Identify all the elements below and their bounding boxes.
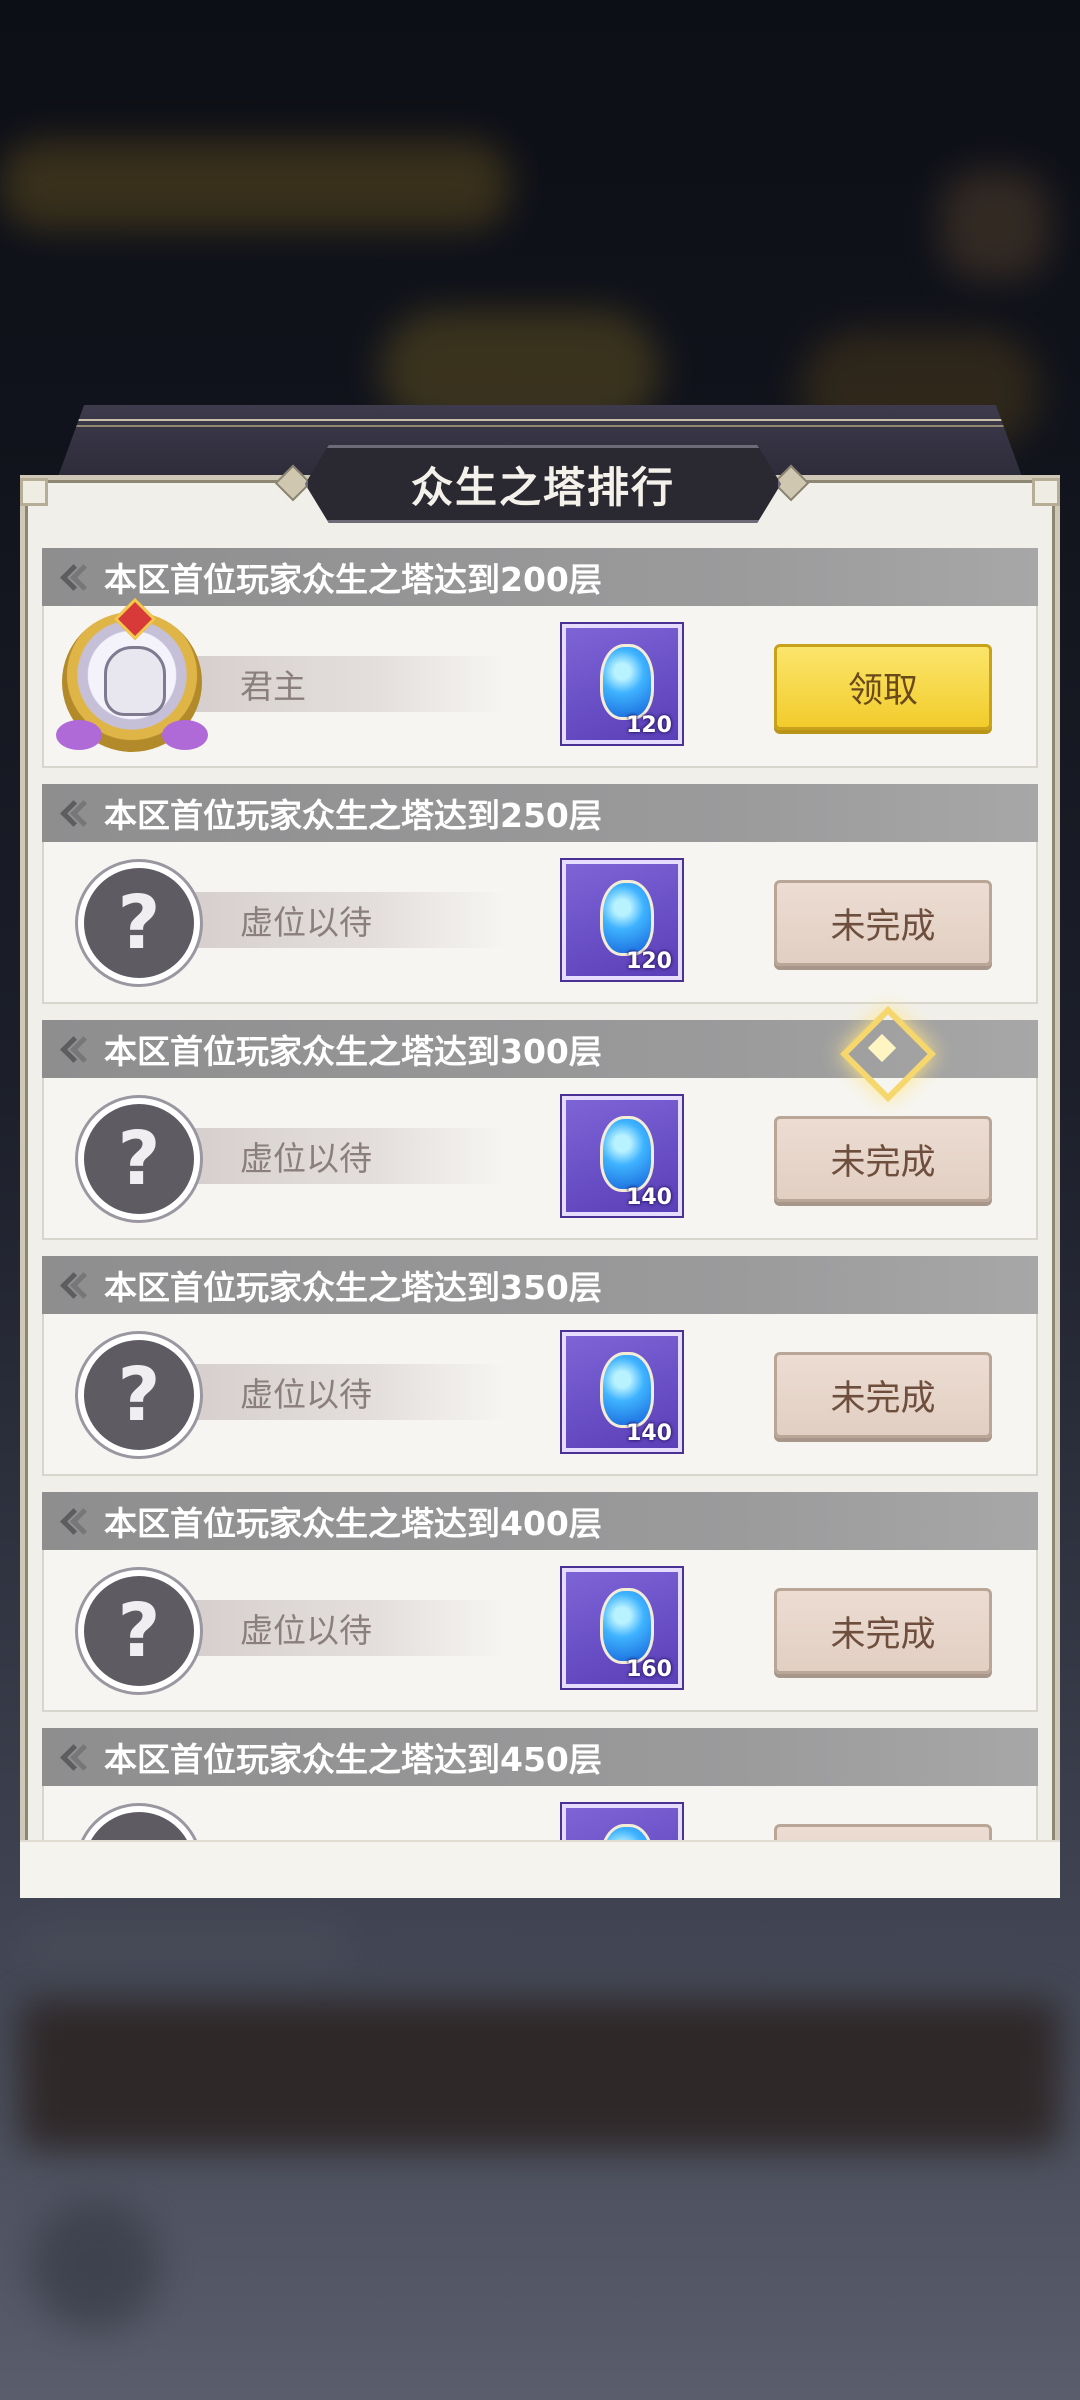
incomplete-button[interactable]: 未完成 [774,1588,992,1674]
rank-card-body: 虚位以待 ? 140 未完成 [42,1078,1038,1240]
incomplete-button[interactable]: 未完成 [774,1116,992,1202]
reward-count: 140 [626,1185,672,1210]
question-mark-icon: ? [78,862,200,984]
rank-card: 本区首位玩家众生之塔达到300层 虚位以待 ? 140 未完成 [42,1020,1038,1256]
reward-count: 120 [626,949,672,974]
rank-card-header: 本区首位玩家众生之塔达到250层 [42,784,1038,842]
avatar-frame-wing [56,720,102,750]
rank-card-body [42,1786,1038,1840]
panel-corner [20,478,48,506]
reward-count: 140 [626,1421,672,1446]
background-icon [940,170,1050,280]
rank-card-body: 君主 120 领取 [42,597,1038,768]
player-name: 虚位以待 [240,903,372,942]
player-name-bar: 虚位以待 [194,1600,504,1656]
rank-card: 本区首位玩家众生之塔达到200层 君主 120 领取 [42,548,1038,784]
rank-card: 本区首位玩家众生之塔达到250层 虚位以待 ? 120 未完成 [42,784,1038,1020]
rank-card-header: 本区首位玩家众生之塔达到450层 [42,1728,1038,1786]
rank-card: 本区首位玩家众生之塔达到350层 虚位以待 ? 140 未完成 [42,1256,1038,1492]
rank-requirement: 本区首位玩家众生之塔达到400层 [104,1504,602,1543]
blue-crystal-icon [600,644,654,720]
incomplete-button[interactable]: 未完成 [774,1352,992,1438]
rank-requirement: 本区首位玩家众生之塔达到200层 [104,560,602,599]
player-name-bar: 君主 [194,656,504,712]
blue-crystal-icon [600,1824,654,1840]
background-button [30,2200,160,2330]
background-banner [0,140,510,230]
rank-card-header: 本区首位玩家众生之塔达到200层 [42,548,1038,606]
rank-list[interactable]: 本区首位玩家众生之塔达到200层 君主 120 领取 本区首位玩家众生之塔达到2… [42,548,1038,1840]
reward-count: 160 [626,1657,672,1682]
rank-card: 本区首位玩家众生之塔达到400层 虚位以待 ? 160 未完成 [42,1492,1038,1728]
background-row [20,1920,350,1970]
reward-item[interactable]: 120 [562,860,682,980]
incomplete-button[interactable] [774,1824,992,1840]
rank-requirement: 本区首位玩家众生之塔达到250层 [104,796,602,835]
incomplete-button[interactable]: 未完成 [774,880,992,966]
question-mark-icon: ? [78,1334,200,1456]
panel-corner [1032,478,1060,506]
reward-item[interactable]: 160 [562,1568,682,1688]
rank-card-body: 虚位以待 ? 160 未完成 [42,1550,1038,1712]
player-name-bar: 虚位以待 [194,1364,504,1420]
double-chevron-icon [60,562,88,592]
rank-requirement: 本区首位玩家众生之塔达到300层 [104,1032,602,1071]
blue-crystal-icon [600,1352,654,1428]
rank-requirement: 本区首位玩家众生之塔达到450层 [104,1740,602,1779]
player-name: 虚位以待 [240,1611,372,1650]
reward-item[interactable]: 140 [562,1096,682,1216]
rank-card-header: 本区首位玩家众生之塔达到300层 [42,1020,1038,1078]
panel-title: 众生之塔排行 [410,462,675,512]
double-chevron-icon [60,1034,88,1064]
reward-count: 120 [626,713,672,738]
question-mark-icon [78,1806,200,1840]
blue-crystal-icon [600,880,654,956]
double-chevron-icon [60,798,88,828]
claim-button[interactable]: 领取 [774,644,992,730]
rank-card-header: 本区首位玩家众生之塔达到350层 [42,1256,1038,1314]
rank-card-header: 本区首位玩家众生之塔达到400层 [42,1492,1038,1550]
blue-crystal-icon [600,1116,654,1192]
rank-requirement: 本区首位玩家众生之塔达到350层 [104,1268,602,1307]
rank-card-body: 虚位以待 ? 120 未完成 [42,842,1038,1004]
double-chevron-icon [60,1270,88,1300]
background-strip [20,2000,1060,2150]
player-name: 虚位以待 [240,1375,372,1414]
panel-bottom-frame [20,1840,1060,1898]
question-mark-icon: ? [78,1098,200,1220]
question-mark-icon: ? [78,1570,200,1692]
avatar-frame-wing [162,720,208,750]
player-name-bar: 虚位以待 [194,892,504,948]
reward-item[interactable]: 140 [562,1332,682,1452]
double-chevron-icon [60,1506,88,1536]
rank-card: 本区首位玩家众生之塔达到450层 [42,1728,1038,1840]
reward-item[interactable] [562,1804,682,1840]
title-plate: 众生之塔排行 [305,445,781,523]
rank-card-body: 虚位以待 ? 140 未完成 [42,1314,1038,1476]
player-avatar[interactable] [56,597,208,752]
double-chevron-icon [60,1742,88,1772]
character-portrait-icon [104,646,166,716]
player-name: 君主 [240,667,306,706]
player-name-bar: 虚位以待 [194,1128,504,1184]
player-name: 虚位以待 [240,1139,372,1178]
reward-item[interactable]: 120 [562,624,682,744]
blue-crystal-icon [600,1588,654,1664]
